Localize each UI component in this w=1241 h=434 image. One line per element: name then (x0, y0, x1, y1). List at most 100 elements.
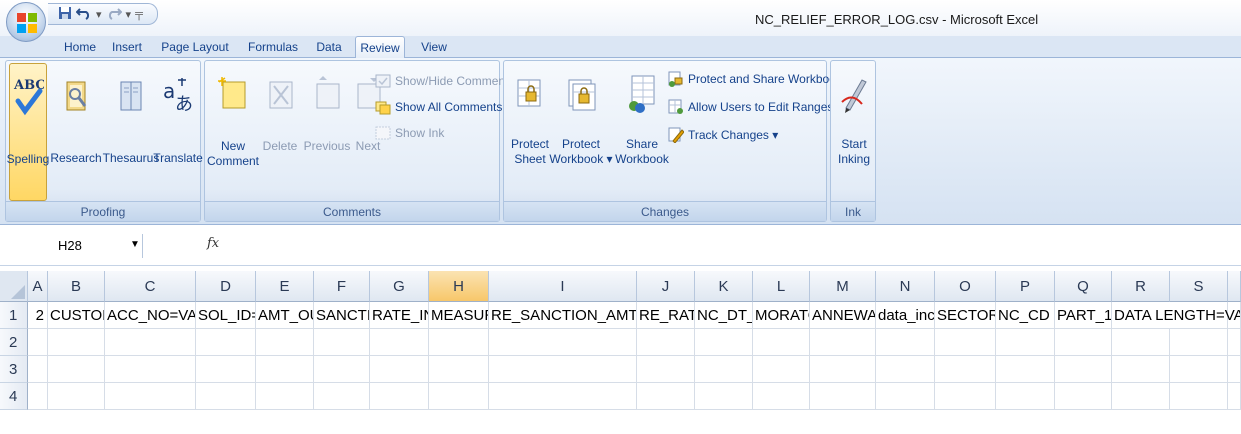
grid-cell[interactable] (489, 383, 637, 410)
name-box[interactable]: H28 ▼ (6, 234, 156, 258)
allow-edit-ranges-button[interactable]: Allow Users to Edit Ranges (668, 99, 833, 115)
redo-icon[interactable] (106, 6, 122, 23)
cell-g1[interactable]: RATE_INT (370, 302, 429, 329)
grid-cell[interactable] (370, 329, 429, 356)
research-button[interactable]: Research (50, 63, 102, 166)
grid-cell[interactable] (1228, 329, 1241, 356)
cell-o1[interactable]: SECTOR_C (935, 302, 996, 329)
insert-function-icon[interactable]: fx (207, 236, 219, 251)
previous-comment-button[interactable]: Previous (301, 75, 353, 154)
cell-p1[interactable]: NC_CD = \ (996, 302, 1055, 329)
tab-view[interactable]: View (416, 37, 452, 57)
select-all-button[interactable] (0, 271, 28, 302)
grid-cell[interactable] (935, 383, 996, 410)
cell-r1[interactable]: DATA LENGTH=VALID (1112, 302, 1241, 329)
grid-cell[interactable] (48, 356, 105, 383)
grid-cell[interactable] (489, 356, 637, 383)
grid-cell[interactable] (876, 329, 935, 356)
cell-i1[interactable]: RE_SANCTION_AMT=INVA (489, 302, 637, 329)
grid-cell[interactable] (256, 356, 314, 383)
grid-cell[interactable] (370, 356, 429, 383)
column-header-t[interactable] (1228, 271, 1241, 302)
cell-c1[interactable]: ACC_NO=VALID (105, 302, 196, 329)
column-header-q[interactable]: Q (1055, 271, 1112, 302)
grid-cell[interactable] (429, 356, 489, 383)
column-header-j[interactable]: J (637, 271, 695, 302)
grid-cell[interactable] (489, 329, 637, 356)
grid-cell[interactable] (1112, 356, 1170, 383)
column-header-c[interactable]: C (105, 271, 196, 302)
grid-cell[interactable] (695, 383, 753, 410)
cell-a1[interactable]: 2 (28, 302, 48, 329)
row-header-1[interactable]: 1 (0, 302, 28, 329)
grid-cell[interactable] (996, 329, 1055, 356)
cell-e1[interactable]: AMT_OUT (256, 302, 314, 329)
protect-workbook-button[interactable]: Protect Workbook ▾ (548, 73, 614, 167)
column-header-n[interactable]: N (876, 271, 935, 302)
column-header-a[interactable]: A (28, 271, 48, 302)
grid-cell[interactable] (196, 356, 256, 383)
grid-cell[interactable] (1228, 383, 1241, 410)
grid-cell[interactable] (637, 356, 695, 383)
grid-cell[interactable] (105, 383, 196, 410)
grid-cell[interactable] (28, 356, 48, 383)
grid-cell[interactable] (1170, 383, 1228, 410)
cell-n1[interactable]: data_incon (876, 302, 935, 329)
grid-cell[interactable] (196, 383, 256, 410)
grid-cell[interactable] (753, 383, 810, 410)
grid-cell[interactable] (48, 329, 105, 356)
thesaurus-button[interactable]: Thesaurus (103, 63, 159, 166)
share-workbook-button[interactable]: Share Workbook (614, 73, 670, 167)
cell-d1[interactable]: SOL_ID=V (196, 302, 256, 329)
grid-cell[interactable] (1055, 329, 1112, 356)
undo-icon[interactable] (75, 6, 92, 23)
grid-cell[interactable] (105, 356, 196, 383)
cell-f1[interactable]: SANCTION (314, 302, 370, 329)
column-header-b[interactable]: B (48, 271, 105, 302)
formula-bar-splitter[interactable] (142, 234, 152, 258)
column-header-f[interactable]: F (314, 271, 370, 302)
grid-cell[interactable] (1228, 356, 1241, 383)
show-hide-comment-button[interactable]: Show/Hide Comment (375, 73, 508, 89)
grid-cell[interactable] (314, 329, 370, 356)
grid-cell[interactable] (810, 356, 876, 383)
grid-cell[interactable] (256, 329, 314, 356)
grid-cell[interactable] (695, 356, 753, 383)
column-header-g[interactable]: G (370, 271, 429, 302)
cell-t1[interactable] (1228, 302, 1241, 329)
grid-cell[interactable] (105, 329, 196, 356)
row-header-2[interactable]: 2 (0, 329, 28, 356)
column-header-k[interactable]: K (695, 271, 753, 302)
cell-b1[interactable]: CUSTOME (48, 302, 105, 329)
row-header-3[interactable]: 3 (0, 356, 28, 383)
grid-cell[interactable] (810, 383, 876, 410)
grid-cell[interactable] (753, 356, 810, 383)
protect-sheet-button[interactable]: Protect Sheet (508, 73, 552, 167)
protect-share-workbook-button[interactable]: Protect and Share Workbook (668, 71, 842, 87)
spelling-button[interactable]: ABC Spelling (7, 63, 49, 201)
column-header-o[interactable]: O (935, 271, 996, 302)
grid-cell[interactable] (935, 356, 996, 383)
grid-cell[interactable] (935, 329, 996, 356)
column-header-d[interactable]: D (196, 271, 256, 302)
column-header-m[interactable]: M (810, 271, 876, 302)
column-header-h[interactable]: H (429, 271, 489, 302)
grid-cell[interactable] (876, 383, 935, 410)
grid-cell[interactable] (1112, 383, 1170, 410)
grid-cell[interactable] (996, 383, 1055, 410)
office-button[interactable] (6, 2, 46, 42)
tab-page-layout[interactable]: Page Layout (158, 37, 232, 57)
cell-j1[interactable]: RE_RATE_ (637, 302, 695, 329)
row-header-4[interactable]: 4 (0, 383, 28, 410)
grid-cell[interactable] (1112, 329, 1170, 356)
grid-cell[interactable] (1055, 383, 1112, 410)
column-header-e[interactable]: E (256, 271, 314, 302)
grid-cell[interactable] (48, 383, 105, 410)
column-header-s[interactable]: S (1170, 271, 1228, 302)
grid-cell[interactable] (695, 329, 753, 356)
cell-k1[interactable]: NC_DT_CH (695, 302, 753, 329)
grid-cell[interactable] (28, 383, 48, 410)
grid-cell[interactable] (637, 383, 695, 410)
tab-formulas[interactable]: Formulas (242, 37, 304, 57)
cell-h1[interactable]: MEASURE (429, 302, 489, 329)
